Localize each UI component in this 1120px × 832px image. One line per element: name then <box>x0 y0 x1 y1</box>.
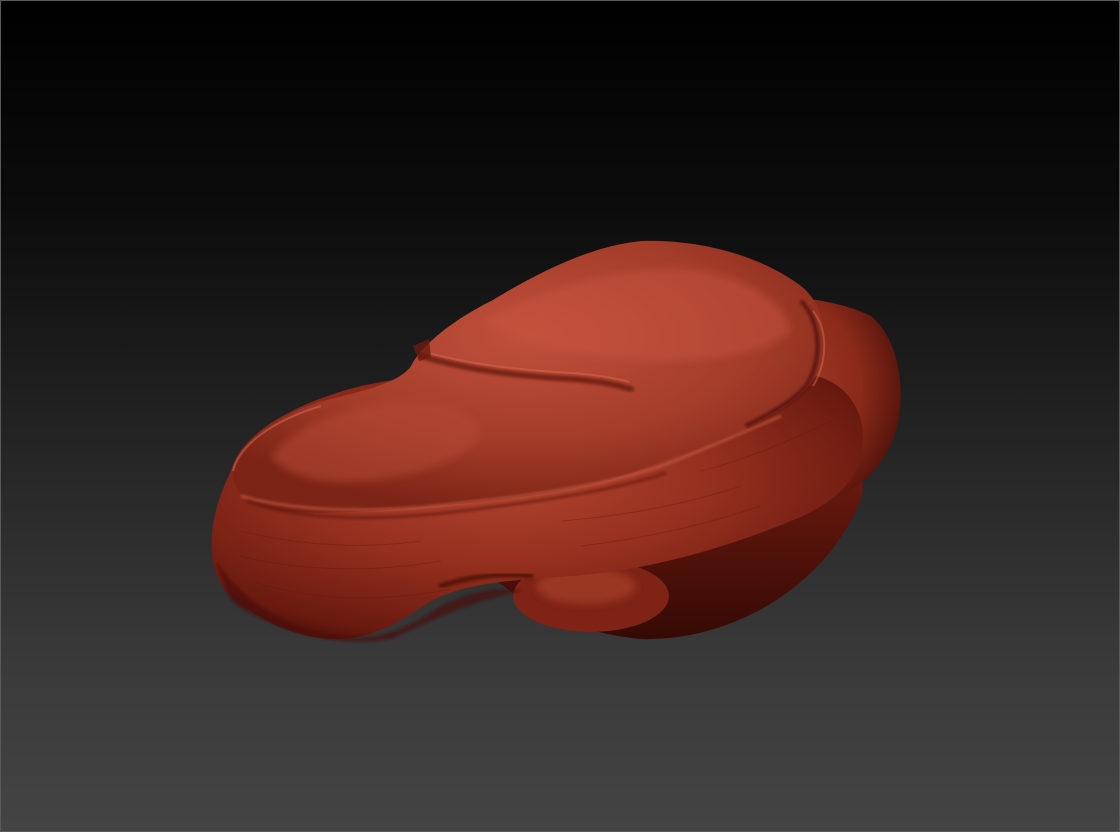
sculpt-mesh-render <box>211 240 901 642</box>
3d-viewport-canvas[interactable] <box>0 0 1120 832</box>
